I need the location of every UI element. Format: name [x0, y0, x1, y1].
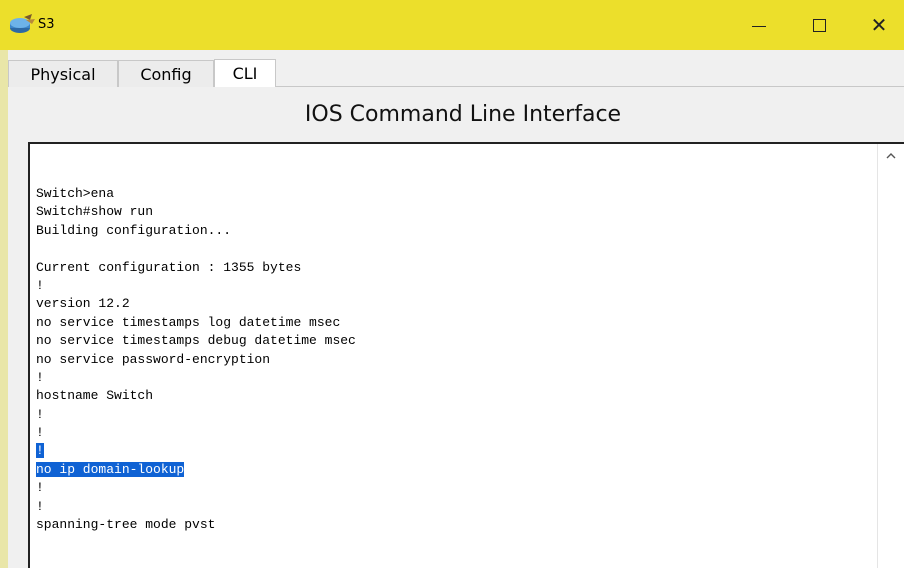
terminal-line: !	[36, 479, 356, 497]
terminal-line: Building configuration...	[36, 222, 356, 240]
tab-config[interactable]: Config	[118, 60, 214, 87]
terminal-line: no service timestamps log datetime msec	[36, 314, 356, 332]
minimize-icon	[752, 25, 766, 27]
line-text: Current configuration : 1355 bytes	[36, 259, 302, 275]
cli-heading: IOS Command Line Interface	[304, 102, 622, 127]
terminal-line: Switch#show run	[36, 203, 356, 221]
terminal-line: Switch>ena	[36, 185, 356, 203]
line-text: !	[36, 406, 44, 422]
terminal-line: spanning-tree mode pvst	[36, 516, 356, 534]
window-title: S3	[38, 17, 55, 32]
line-text: spanning-tree mode pvst	[36, 517, 216, 533]
line-text: Switch#show run	[36, 204, 154, 220]
line-text: !	[36, 498, 44, 514]
line-text: !	[36, 425, 44, 441]
line-text: !	[36, 369, 44, 385]
terminal-line: no ip domain-lookup	[36, 461, 356, 479]
terminal-line: !	[36, 406, 356, 424]
line-text: no service timestamps debug datetime mse…	[36, 333, 356, 349]
line-text: hostname Switch	[36, 388, 154, 404]
window-content: Physical Config CLI IOS Command Line Int…	[8, 50, 904, 568]
terminal-line: Current configuration : 1355 bytes	[36, 259, 356, 277]
scroll-up-button[interactable]	[878, 144, 904, 166]
terminal-line: version 12.2	[36, 295, 356, 313]
line-text: Building configuration...	[36, 222, 232, 238]
selected-text: no ip domain-lookup	[36, 461, 185, 477]
tab-cli[interactable]: CLI	[214, 59, 276, 87]
terminal-line: !	[36, 369, 356, 387]
selected-text: !	[36, 443, 44, 459]
tab-bar: Physical Config CLI	[8, 56, 904, 87]
router-app-icon	[10, 14, 35, 33]
chevron-up-icon	[886, 152, 896, 158]
terminal-line: hostname Switch	[36, 387, 356, 405]
maximize-icon	[812, 18, 826, 32]
terminal-line: !	[36, 442, 356, 460]
close-button[interactable]: ✕	[856, 0, 902, 50]
tab-physical[interactable]: Physical	[8, 60, 118, 87]
terminal-line: !	[36, 498, 356, 516]
terminal-line: !	[36, 277, 356, 295]
title-bar[interactable]: S3 ✕	[0, 0, 904, 50]
vertical-scrollbar[interactable]	[877, 144, 904, 568]
line-text: no service timestamps log datetime msec	[36, 314, 341, 330]
line-text: !	[36, 277, 44, 293]
terminal-line: no service timestamps debug datetime mse…	[36, 332, 356, 350]
line-text: !	[36, 480, 44, 496]
line-text: Switch>ena	[36, 186, 115, 201]
cli-terminal[interactable]: Switch>ena Switch#show run Building config…	[28, 142, 904, 568]
maximize-button[interactable]	[796, 0, 842, 50]
minimize-button[interactable]	[736, 0, 782, 50]
terminal-line: no service password-encryption	[36, 351, 356, 369]
terminal-output[interactable]: Switch>ena Switch#show run Building config…	[36, 185, 356, 534]
line-text: no service password-encryption	[36, 351, 271, 367]
line-text: version 12.2	[36, 296, 130, 312]
close-icon: ✕	[870, 13, 888, 37]
terminal-line: !	[36, 424, 356, 442]
